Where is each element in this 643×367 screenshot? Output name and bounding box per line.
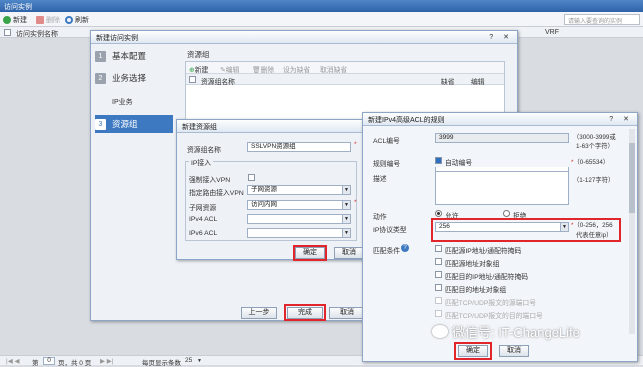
- set-default-button[interactable]: 设为缺省: [283, 64, 310, 74]
- resgroup-ok-button[interactable]: 确定: [295, 247, 325, 259]
- cancel-default-button[interactable]: 取消缺省: [320, 64, 347, 74]
- panel-delete-button[interactable]: 🗑删除: [252, 64, 274, 74]
- acl-cancel-button[interactable]: 取消: [499, 345, 529, 357]
- cond-checkbox-2[interactable]: [435, 271, 442, 278]
- refresh-button[interactable]: 刷新: [65, 14, 89, 25]
- chevron-down-icon: ▼: [342, 201, 350, 209]
- chevron-down-icon: ▼: [560, 223, 568, 231]
- per-page-select[interactable]: 25: [185, 357, 192, 364]
- cond-checkbox-0[interactable]: [435, 245, 442, 252]
- panel-edit-button[interactable]: ✎编辑: [220, 64, 239, 74]
- resource-group-dialog: 新建资源组 资源组名称 SSLVPN资源组 * IP接入 强制接入VPN 指定路…: [176, 119, 366, 261]
- trash-icon: 🗑: [252, 67, 261, 74]
- chevron-down-icon: ▼: [342, 215, 350, 223]
- col-vrf: VRF: [545, 29, 559, 36]
- step-business[interactable]: 2 业务选择: [95, 69, 173, 87]
- select-all-checkbox[interactable]: [4, 29, 11, 36]
- window-title: 访问实例: [0, 0, 643, 12]
- watermark: 微信号: IT-ChangeLife: [432, 322, 580, 340]
- first-page-icon[interactable]: |◀ ◀: [6, 357, 20, 365]
- resgroup-cancel-button[interactable]: 取消: [334, 247, 364, 259]
- cond-checkbox-4[interactable]: [435, 297, 442, 304]
- search-input[interactable]: 请输入要查询的实例: [564, 14, 640, 25]
- force-vpn-checkbox[interactable]: [248, 174, 255, 181]
- chevron-down-icon: ▼: [342, 229, 350, 237]
- permit-radio[interactable]: [435, 210, 442, 217]
- plus-icon: [3, 15, 11, 24]
- main-toolbar: 新建 删除 刷新 请输入要查询的实例: [0, 12, 643, 27]
- wizard-title: 新建访问实例: [96, 35, 138, 42]
- trash-icon: [36, 15, 44, 24]
- cond-checkbox-5[interactable]: [435, 310, 442, 317]
- subnet-select[interactable]: 访问内网 ▼: [247, 200, 351, 210]
- acl-number-field: 3999: [435, 133, 569, 143]
- panel-table-header: 资源组名称 缺省 编辑: [186, 74, 504, 86]
- ip-protocol-combo[interactable]: 256 ▼: [435, 222, 569, 232]
- step-basic[interactable]: 1 基本配置: [95, 47, 173, 65]
- cond-checkbox-3[interactable]: [435, 284, 442, 291]
- col-name: 访问实例名称: [16, 31, 58, 38]
- route-select[interactable]: 子网资源 ▼: [247, 185, 351, 195]
- refresh-icon: [65, 15, 73, 24]
- wizard-cancel-button[interactable]: 取消: [329, 307, 365, 319]
- panel-title: 资源组: [187, 50, 210, 59]
- delete-button[interactable]: 删除: [36, 14, 60, 25]
- new-button[interactable]: 新建: [3, 14, 27, 25]
- ipv6-acl-select[interactable]: ▼: [247, 228, 351, 238]
- panel-new-button[interactable]: ⊕新建: [189, 64, 208, 74]
- description-textarea[interactable]: [435, 171, 569, 205]
- wechat-icon: [432, 324, 448, 338]
- resgroup-title: 新建资源组: [182, 124, 217, 131]
- next-page-icon[interactable]: ▶ ▶|: [100, 357, 114, 365]
- cond-checkbox-1[interactable]: [435, 258, 442, 265]
- acl-ok-button[interactable]: 确定: [458, 345, 488, 357]
- help-close-icons[interactable]: ? ✕: [609, 115, 633, 123]
- resgroup-name-input[interactable]: SSLVPN资源组: [247, 142, 351, 152]
- auto-number-checkbox[interactable]: [435, 157, 442, 164]
- finish-button[interactable]: 完成: [287, 307, 323, 319]
- deny-radio[interactable]: [503, 210, 510, 217]
- panel-select-all-checkbox[interactable]: [189, 76, 196, 83]
- page-input[interactable]: 0: [43, 357, 55, 365]
- step-resource-group[interactable]: 3 资源组: [95, 115, 173, 133]
- acl-title: 新建IPv4高级ACL的规则: [368, 117, 445, 124]
- chevron-down-icon: ▼: [342, 186, 350, 194]
- help-icon[interactable]: ?: [401, 244, 409, 252]
- ipv4-acl-select[interactable]: ▼: [247, 214, 351, 224]
- chevron-down-icon: ▼: [197, 358, 202, 364]
- scrollbar[interactable]: [629, 129, 635, 334]
- prev-button[interactable]: 上一步: [241, 307, 277, 319]
- step-ip-business[interactable]: IP业务: [95, 93, 173, 111]
- help-close-icons[interactable]: ? ✕: [489, 33, 513, 41]
